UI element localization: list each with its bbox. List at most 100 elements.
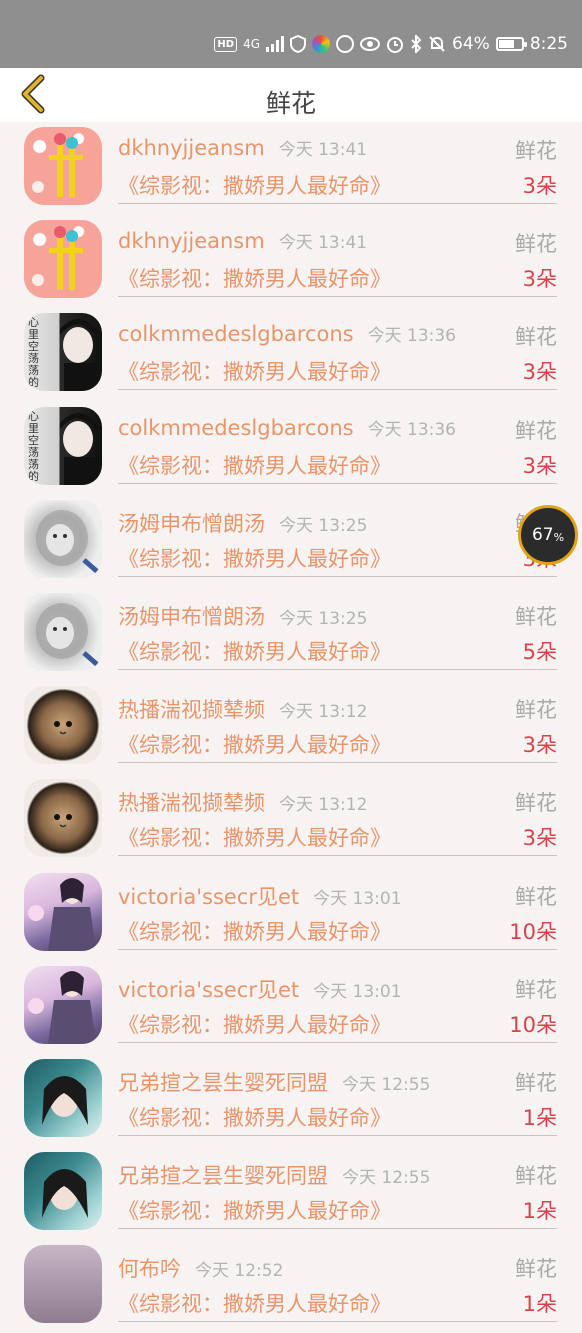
send-time: 今天 13:36 [367, 419, 456, 440]
book-title-link[interactable]: 《综影视：撒娇男人最好命》 [118, 1288, 391, 1318]
status-icons: HD 4G 64% 8:25 [214, 28, 568, 60]
gift-list-item[interactable]: 何布吟 今天 12:52 鲜花 《综影视：撒娇男人最好命》 1朵 [0, 1240, 582, 1333]
avatar[interactable] [24, 1245, 102, 1324]
send-time: 今天 13:41 [278, 233, 368, 254]
book-title-link[interactable]: 《综影视：撒娇男人最好命》 [118, 822, 391, 852]
signal-icon [266, 34, 285, 54]
book-title-link[interactable]: 《综影视：撒娇男人最好命》 [118, 263, 391, 293]
send-time: 今天 13:12 [279, 702, 368, 723]
send-time: 今天 13:36 [367, 326, 456, 347]
send-time: 今天 13:25 [279, 515, 368, 536]
status-bar: HD 4G 64% 8:25 [0, 0, 582, 68]
gift-type-label: 鲜花 [515, 1070, 557, 1095]
gift-list-item[interactable]: dkhnyjjeansm 今天 13:41 鲜花 《综影视：撒娇男人最好命》 3朵 [0, 215, 582, 308]
sender-name[interactable]: colkmmedeslgbarcons 今天 13:36 [118, 321, 456, 346]
avatar-caption: 心里空荡荡的 [28, 409, 39, 483]
send-time: 今天 13:01 [313, 981, 402, 1002]
book-title-link[interactable]: 《综影视：撒娇男人最好命》 [118, 636, 391, 666]
gift-list-item[interactable]: 热播湍视撷辇频 今天 13:12 鲜花 《综影视：撒娇男人最好命》 3朵 [0, 774, 582, 867]
book-title-link[interactable]: 《综影视：撒娇男人最好命》 [118, 450, 391, 480]
sender-name[interactable]: 兄弟揎之昙生婴死同盟 今天 12:55 [118, 1067, 430, 1097]
gift-quantity: 10朵 [509, 1012, 557, 1037]
avatar[interactable] [24, 686, 102, 765]
send-time: 今天 13:25 [279, 608, 368, 629]
colorful-app-icon [312, 35, 331, 53]
gift-quantity: 3朵 [522, 733, 557, 758]
book-title-link[interactable]: 《综影视：撒娇男人最好命》 [118, 1009, 391, 1039]
avatar-caption: 心里空荡荡的 [28, 316, 39, 390]
gift-info: 兄弟揎之昙生婴死同盟 今天 12:55 鲜花 《综影视：撒娇男人最好命》 1朵 [118, 1054, 557, 1136]
book-title-link[interactable]: 《综影视：撒娇男人最好命》 [118, 543, 391, 573]
avatar[interactable] [24, 592, 102, 671]
gift-type-label: 鲜花 [515, 325, 557, 350]
book-title-link[interactable]: 《综影视：撒娇男人最好命》 [118, 170, 391, 200]
book-title-link[interactable]: 《综影视：撒娇男人最好命》 [118, 1102, 391, 1132]
avatar[interactable]: 心里空荡荡的 [24, 406, 102, 485]
gift-info: dkhnyjjeansm 今天 13:41 鲜花 《综影视：撒娇男人最好命》 3朵 [118, 215, 557, 298]
gift-quantity: 5朵 [522, 639, 557, 664]
gift-info: 汤姆申布憎朗汤 今天 13:25 鲜花 《综影视：撒娇男人最好命》 5朵 [118, 588, 557, 670]
hd-icon: HD [214, 36, 238, 52]
sender-name[interactable]: dkhnyjjeansm 今天 13:41 [118, 135, 367, 160]
battery-icon [495, 37, 527, 51]
gift-list-item[interactable]: victoria'ssecr见et 今天 13:01 鲜花 《综影视：撒娇男人最好… [0, 961, 582, 1054]
avatar[interactable] [24, 1152, 102, 1231]
sender-name[interactable]: victoria'ssecr见et 今天 13:01 [118, 974, 402, 1004]
avatar[interactable] [24, 1058, 102, 1137]
header: 鲜花 [0, 68, 582, 122]
send-time: 今天 12:55 [342, 1168, 431, 1189]
book-title-link[interactable]: 《综影视：撒娇男人最好命》 [118, 1195, 391, 1225]
gift-type-label: 鲜花 [515, 791, 557, 816]
eye-icon [360, 34, 381, 54]
sender-name[interactable]: victoria'ssecr见et 今天 13:01 [118, 881, 402, 911]
sender-name[interactable]: 兄弟揎之昙生婴死同盟 今天 12:55 [118, 1160, 430, 1190]
battery-percent: 64% [452, 34, 490, 54]
send-time: 今天 12:52 [195, 1261, 284, 1282]
avatar[interactable] [24, 779, 102, 858]
gift-type-label: 鲜花 [515, 139, 557, 163]
gift-type-label: 鲜花 [515, 698, 557, 723]
gift-list-item[interactable]: 汤姆申布憎朗汤 今天 13:25 鲜花 《综影视：撒娇男人最好命》 5朵 [0, 588, 582, 681]
speed-unit: % [553, 530, 565, 544]
gift-list-item[interactable]: 心里空荡荡的 colkmmedeslgbarcons 今天 13:36 鲜花 《综… [0, 402, 582, 495]
mute-bell-icon [428, 34, 446, 54]
gift-list: dkhnyjjeansm 今天 13:41 鲜花 《综影视：撒娇男人最好命》 3朵… [0, 122, 582, 1333]
send-time: 今天 13:41 [278, 140, 368, 160]
gift-list-item[interactable]: victoria'ssecr见et 今天 13:01 鲜花 《综影视：撒娇男人最好… [0, 868, 582, 961]
gift-quantity: 3朵 [522, 267, 557, 292]
send-time: 今天 13:01 [313, 888, 402, 909]
book-title-link[interactable]: 《综影视：撒娇男人最好命》 [118, 916, 391, 946]
speed-value: 67 [531, 525, 554, 545]
send-time: 今天 13:12 [279, 795, 368, 816]
sender-name[interactable]: 何布吟 今天 12:52 [118, 1253, 283, 1283]
avatar[interactable] [24, 965, 102, 1044]
gift-info: dkhnyjjeansm 今天 13:41 鲜花 《综影视：撒娇男人最好命》 3朵 [118, 122, 557, 204]
avatar[interactable] [24, 872, 102, 951]
gift-info: colkmmedeslgbarcons 今天 13:36 鲜花 《综影视：撒娇男人… [118, 308, 557, 391]
avatar[interactable]: 心里空荡荡的 [24, 313, 102, 392]
sender-name[interactable]: 汤姆申布憎朗汤 今天 13:25 [118, 601, 367, 631]
gift-list-item[interactable]: 兄弟揎之昙生婴死同盟 今天 12:55 鲜花 《综影视：撒娇男人最好命》 1朵 [0, 1054, 582, 1147]
sender-name[interactable]: 热播湍视撷辇频 今天 13:12 [118, 787, 367, 817]
book-title-link[interactable]: 《综影视：撒娇男人最好命》 [118, 356, 391, 386]
floating-speed-widget[interactable]: 67% [518, 505, 578, 565]
sender-name[interactable]: colkmmedeslgbarcons 今天 13:36 [118, 415, 456, 440]
avatar[interactable] [24, 127, 102, 205]
book-title-link[interactable]: 《综影视：撒娇男人最好命》 [118, 729, 391, 759]
gift-type-label: 鲜花 [515, 604, 557, 629]
gift-type-label: 鲜花 [515, 418, 557, 443]
gift-list-item[interactable]: 汤姆申布憎朗汤今天 13:25 鲜花 《综影视：撒娇男人最好命》 3朵 [0, 495, 582, 588]
gift-list-item[interactable]: dkhnyjjeansm 今天 13:41 鲜花 《综影视：撒娇男人最好命》 3朵 [0, 122, 582, 215]
gift-info: 热播湍视撷辇频 今天 13:12 鲜花 《综影视：撒娇男人最好命》 3朵 [118, 774, 557, 857]
gift-info: 热播湍视撷辇频 今天 13:12 鲜花 《综影视：撒娇男人最好命》 3朵 [118, 681, 557, 764]
page-title: 鲜花 [265, 89, 316, 118]
gift-list-item[interactable]: 心里空荡荡的 colkmmedeslgbarcons 今天 13:36 鲜花 《综… [0, 308, 582, 401]
avatar[interactable] [24, 499, 102, 578]
sender-name[interactable]: dkhnyjjeansm 今天 13:41 [118, 228, 367, 253]
sender-name[interactable]: 汤姆申布憎朗汤 今天 13:25 [118, 508, 367, 538]
avatar[interactable] [24, 220, 102, 299]
gift-list-item[interactable]: 兄弟揎之昙生婴死同盟 今天 12:55 鲜花 《综影视：撒娇男人最好命》 1朵 [0, 1147, 582, 1240]
gift-list-item[interactable]: 热播湍视撷辇频 今天 13:12 鲜花 《综影视：撒娇男人最好命》 3朵 [0, 681, 582, 774]
gift-info: 汤姆申布憎朗汤今天 13:25 鲜花 《综影视：撒娇男人最好命》 3朵 [118, 495, 557, 577]
sender-name[interactable]: 热播湍视撷辇频 今天 13:12 [118, 694, 367, 724]
